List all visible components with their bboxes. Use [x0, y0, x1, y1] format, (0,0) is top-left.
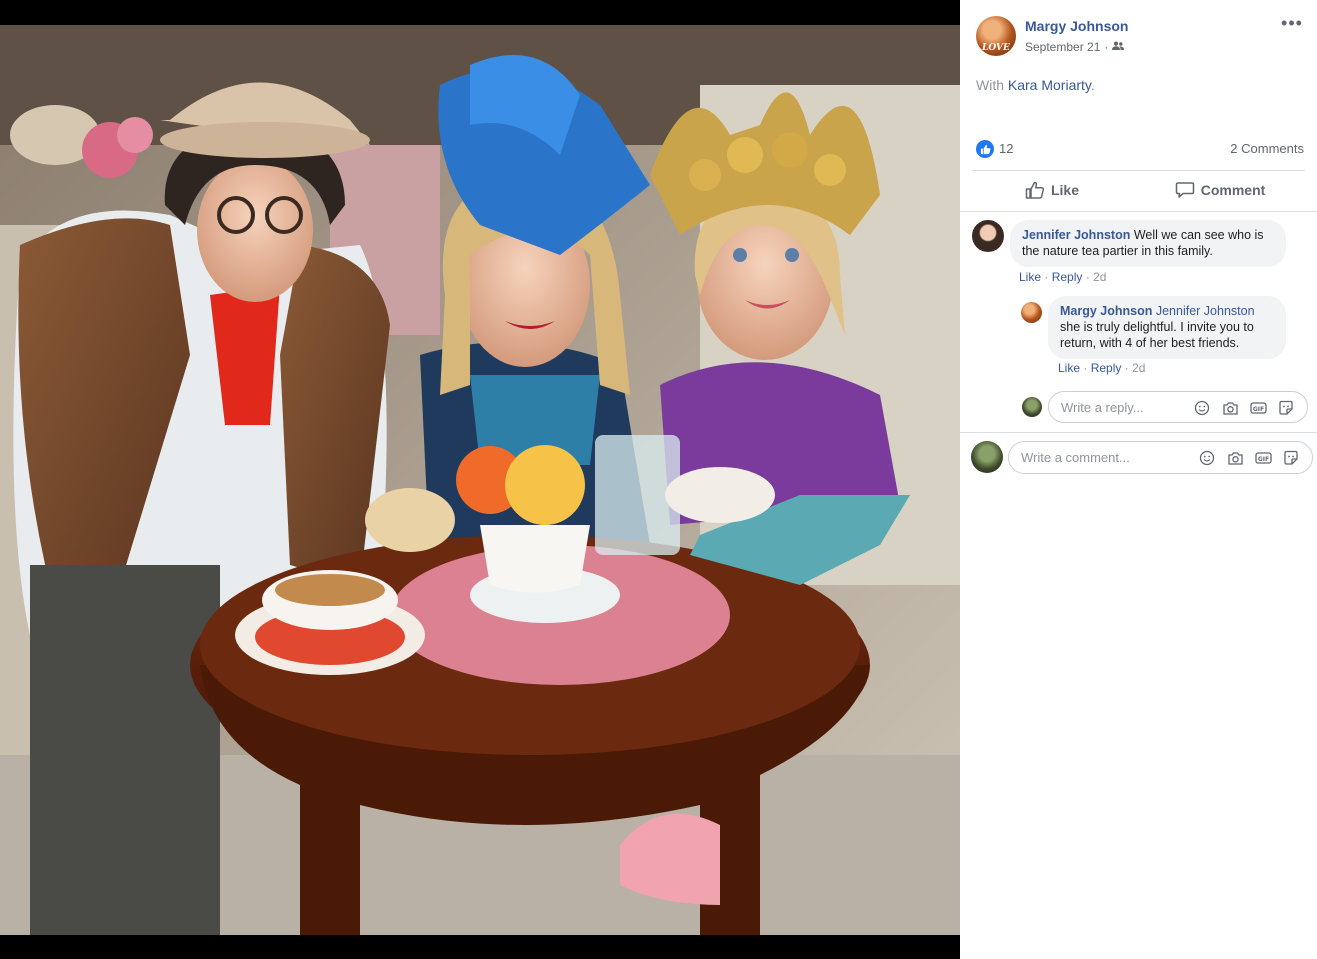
author-name[interactable]: Margy Johnson — [1025, 18, 1128, 34]
tagged-person-link[interactable]: Kara Moriarty — [1008, 77, 1091, 93]
reply-author-avatar[interactable] — [1021, 302, 1042, 323]
tagged-suffix: . — [1090, 77, 1095, 93]
svg-text:GIF: GIF — [1252, 406, 1263, 413]
meta-separator: · — [1124, 361, 1129, 375]
post-photo[interactable] — [0, 25, 960, 935]
comment-time[interactable]: 2d — [1093, 270, 1106, 284]
meta-separator: · — [1085, 270, 1090, 284]
friends-icon[interactable] — [1112, 40, 1125, 54]
reply-bubble: Margy Johnson Jennifer Johnston she is t… — [1048, 296, 1286, 359]
tea-party-photo — [0, 25, 960, 935]
sticker-icon[interactable] — [1282, 449, 1300, 467]
emoji-icon[interactable] — [1198, 449, 1216, 467]
reply-time[interactable]: 2d — [1132, 361, 1145, 375]
comment-count-link[interactable]: 2 Comments — [1230, 141, 1304, 156]
comment-input-tools: GIF — [1198, 449, 1300, 467]
comment-meta: Like · Reply · 2d — [1019, 270, 1106, 284]
post-actions: Like Comment — [972, 171, 1305, 209]
more-options-icon[interactable]: ••• — [1278, 14, 1306, 36]
like-count[interactable]: 12 — [999, 141, 1013, 156]
reply-input-tools: GIF — [1193, 399, 1295, 417]
comment-bubble-icon — [1175, 182, 1194, 198]
divider — [960, 432, 1317, 433]
comment-like-link[interactable]: Like — [1019, 270, 1041, 284]
camera-icon[interactable] — [1226, 449, 1244, 467]
meta-separator: · — [1083, 361, 1088, 375]
current-user-avatar[interactable] — [1022, 397, 1042, 417]
camera-icon[interactable] — [1221, 399, 1239, 417]
post-header: LOVE Margy Johnson September 21 · ••• — [976, 14, 1306, 60]
gif-icon[interactable]: GIF — [1254, 449, 1272, 467]
reply-mention[interactable]: Jennifer Johnston — [1156, 304, 1255, 318]
like-button-label: Like — [1050, 182, 1079, 198]
svg-text:GIF: GIF — [1257, 456, 1268, 463]
like-reaction-icon[interactable] — [976, 140, 994, 158]
meta-separator: · — [1044, 270, 1049, 284]
thumbs-up-icon — [1025, 181, 1044, 199]
reply-reply-link[interactable]: Reply — [1091, 361, 1122, 375]
reply-meta: Like · Reply · 2d — [1058, 361, 1145, 375]
comment-reply-link[interactable]: Reply — [1052, 270, 1083, 284]
comment-input[interactable]: Write a comment... GIF — [1008, 441, 1313, 474]
post-sidebar: LOVE Margy Johnson September 21 · ••• Wi… — [960, 0, 1317, 959]
like-button[interactable]: Like — [972, 171, 1132, 209]
comment-button-label: Comment — [1200, 182, 1266, 198]
current-user-avatar-large[interactable] — [971, 441, 1003, 473]
comment-button[interactable]: Comment — [1140, 171, 1300, 209]
commenter-avatar[interactable] — [972, 220, 1004, 252]
meta-separator: · — [1104, 40, 1109, 54]
reply-input-placeholder: Write a reply... — [1061, 400, 1144, 415]
emoji-icon[interactable] — [1193, 399, 1211, 417]
post-meta: September 21 · — [1025, 40, 1125, 54]
with-prefix: With — [976, 77, 1004, 93]
reply-author[interactable]: Margy Johnson — [1060, 304, 1152, 318]
comment-input-placeholder: Write a comment... — [1021, 450, 1130, 465]
reaction-summary: 12 2 Comments — [976, 140, 1304, 158]
post-date[interactable]: September 21 — [1025, 40, 1100, 54]
avatar-logo-text: LOVE — [982, 43, 1010, 53]
gif-icon[interactable]: GIF — [1249, 399, 1267, 417]
photo-viewer — [0, 0, 960, 959]
comment-author[interactable]: Jennifer Johnston — [1022, 228, 1130, 242]
comment-bubble: Jennifer Johnston Well we can see who is… — [1010, 220, 1286, 267]
sticker-icon[interactable] — [1277, 399, 1295, 417]
reply-text: she is truly delightful. I invite you to… — [1060, 320, 1254, 350]
author-avatar[interactable]: LOVE — [976, 16, 1016, 56]
tagged-line: With Kara Moriarty. — [976, 77, 1095, 93]
reply-like-link[interactable]: Like — [1058, 361, 1080, 375]
comments-section: Jennifer Johnston Well we can see who is… — [960, 211, 1317, 482]
reply-input[interactable]: Write a reply... GIF — [1048, 391, 1308, 423]
